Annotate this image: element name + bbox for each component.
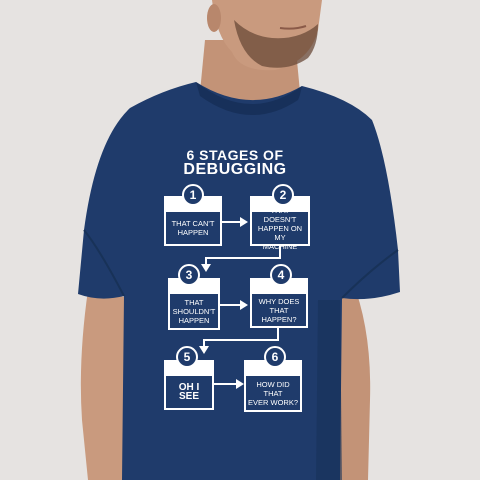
stage-3-box: THAT SHOULDN'T HAPPEN [168,278,220,330]
stage-1-number: 1 [182,184,204,206]
stage-6-text: HOW DID THAT EVER WORK? [248,379,299,407]
shirt-print: 6 STAGES OF DEBUGGING THAT CAN'T HAPPEN … [0,0,480,480]
stage-2-number: 2 [272,184,294,206]
stage-4-text: WHY DOES THAT HAPPEN? [258,296,300,324]
print-title-line2: DEBUGGING [183,161,287,178]
stage-3-text: THAT SHOULDN'T HAPPEN [172,297,216,325]
stage-4-number: 4 [270,264,292,286]
stage-6-number: 6 [264,346,286,368]
stage-2-text: THAT DOESN'T HAPPEN ON MY MACHINE [257,206,303,251]
stage-3-number: 3 [178,264,200,286]
stage-5-number: 5 [176,346,198,368]
stage-5-text: OH I SEE [178,382,200,402]
stage-1-text: THAT CAN'T HAPPEN [171,219,215,237]
